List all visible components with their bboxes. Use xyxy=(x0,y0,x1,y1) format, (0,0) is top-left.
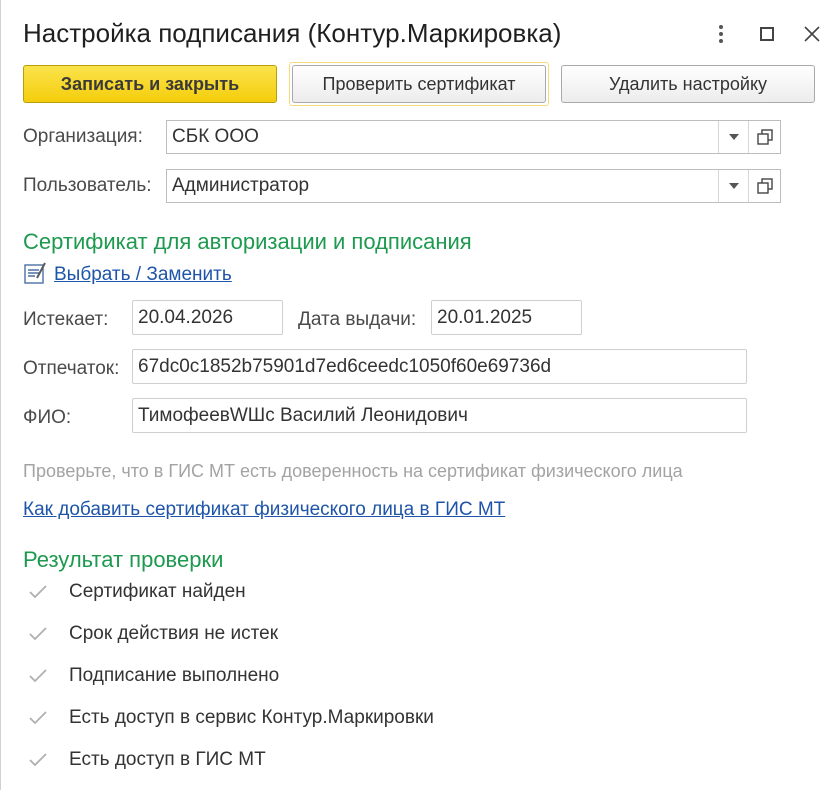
user-field[interactable]: Администратор xyxy=(166,169,781,203)
window-title: Настройка подписания (Контур.Маркировка) xyxy=(23,18,562,48)
more-vertical-icon[interactable] xyxy=(707,20,735,48)
result-item-label: Сертификат найден xyxy=(69,581,246,602)
chevron-down-icon[interactable] xyxy=(718,121,748,153)
expires-value: 20.04.2026 xyxy=(138,307,234,328)
issued-label: Дата выдачи: xyxy=(298,309,417,330)
check-icon xyxy=(29,753,47,772)
signing-settings-window: Настройка подписания (Контур.Маркировка)… xyxy=(0,0,832,790)
check-icon xyxy=(29,711,47,730)
user-label: Пользователь: xyxy=(23,175,152,196)
thumbprint-field[interactable]: 67dc0c1852b75901d7ed6ceedc1050f60e69736d xyxy=(132,349,747,384)
save-and-close-button[interactable]: Записать и закрыть xyxy=(23,65,277,103)
choose-replace-link[interactable]: Выбрать / Заменить xyxy=(54,264,232,286)
result-section-title: Результат проверки xyxy=(23,547,224,572)
organization-field[interactable]: СБК ООО xyxy=(166,120,781,154)
close-icon[interactable] xyxy=(798,20,826,48)
check-icon xyxy=(29,627,47,646)
fio-field[interactable]: ТимофеевWШс Василий Леонидович xyxy=(132,398,747,433)
result-item-label: Есть доступ в ГИС МТ xyxy=(69,749,266,770)
help-add-certificate-link[interactable]: Как добавить сертификат физического лица… xyxy=(23,499,505,521)
chevron-down-icon[interactable] xyxy=(718,170,748,202)
fio-value: ТимофеевWШс Василий Леонидович xyxy=(138,405,468,426)
issued-field[interactable]: 20.01.2025 xyxy=(431,300,582,335)
delete-settings-button[interactable]: Удалить настройку xyxy=(561,65,815,103)
fio-label: ФИО: xyxy=(23,407,72,428)
issued-value: 20.01.2025 xyxy=(437,307,533,328)
expires-field[interactable]: 20.04.2026 xyxy=(132,300,283,335)
organization-value: СБК ООО xyxy=(172,126,259,147)
certificate-icon xyxy=(23,262,47,291)
proxy-hint: Проверьте, что в ГИС МТ есть доверенност… xyxy=(23,461,683,481)
check-icon xyxy=(29,669,47,688)
organization-label: Организация: xyxy=(23,126,143,147)
expires-label: Истекает: xyxy=(23,309,109,330)
certificate-section-title: Сертификат для авторизации и подписания xyxy=(23,229,472,254)
check-icon xyxy=(29,585,47,604)
user-value: Администратор xyxy=(172,175,310,196)
check-certificate-button[interactable]: Проверить сертификат xyxy=(292,65,546,103)
thumbprint-label: Отпечаток: xyxy=(23,358,120,379)
result-item-label: Срок действия не истек xyxy=(69,623,279,644)
thumbprint-value: 67dc0c1852b75901d7ed6ceedc1050f60e69736d xyxy=(138,356,552,377)
open-form-icon[interactable] xyxy=(748,121,780,153)
result-item-label: Есть доступ в сервис Контур.Маркировки xyxy=(69,707,434,728)
result-item-label: Подписание выполнено xyxy=(69,665,280,686)
open-form-icon[interactable] xyxy=(748,170,780,202)
maximize-icon[interactable] xyxy=(753,20,781,48)
